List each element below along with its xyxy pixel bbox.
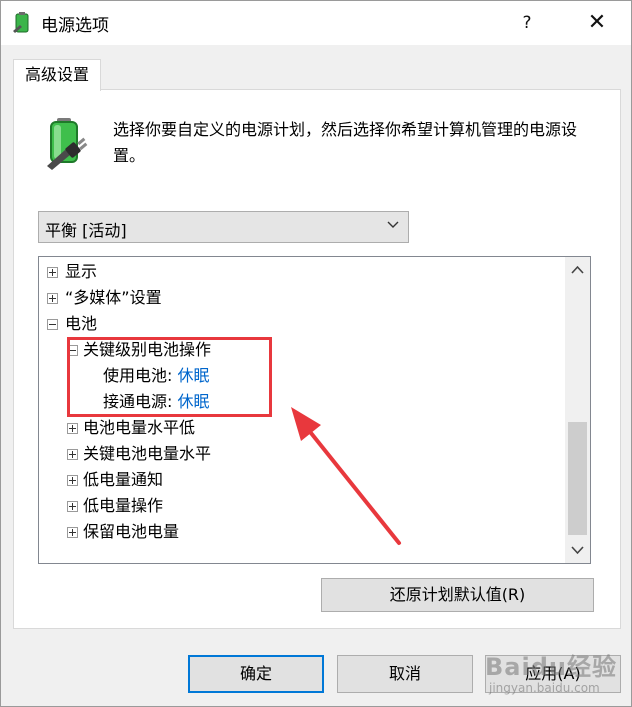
- tree-item-label: 显示: [65, 262, 98, 281]
- expand-icon[interactable]: [67, 423, 78, 434]
- tree-item-label: 关键电池电量水平: [83, 444, 212, 463]
- battery-plug-icon: [13, 12, 29, 33]
- help-button[interactable]: ?: [504, 3, 550, 43]
- power-plan-select-value: 平衡 [活动]: [45, 221, 127, 240]
- expand-icon[interactable]: [67, 527, 78, 538]
- tree-item-label: 电池: [65, 314, 98, 333]
- collapse-icon[interactable]: [47, 319, 58, 330]
- scrollbar-thumb[interactable]: [568, 422, 587, 535]
- chevron-down-icon: [387, 221, 399, 228]
- tree-item-label: 低电量操作: [83, 496, 164, 515]
- expand-icon[interactable]: [47, 293, 58, 304]
- tree-item-label: 电池电量水平低: [83, 418, 196, 437]
- ok-button[interactable]: 确定: [188, 655, 324, 693]
- vertical-scrollbar[interactable]: [565, 257, 590, 563]
- plan-description: 选择你要自定义的电源计划，然后选择你希望计算机管理的电源设置。: [113, 120, 578, 165]
- tree-item-label: 保留电池电量: [83, 522, 180, 541]
- annotation-highlight-box: [67, 337, 272, 417]
- tree-item-label: 低电量通知: [83, 470, 164, 489]
- expand-icon[interactable]: [67, 449, 78, 460]
- expand-icon[interactable]: [47, 267, 58, 278]
- cancel-button[interactable]: 取消: [337, 655, 473, 693]
- expand-icon[interactable]: [67, 501, 78, 512]
- baidu-watermark: Baidu经验 jingyan.baidu.com: [479, 641, 629, 705]
- annotation-arrow-icon: [291, 407, 401, 545]
- power-options-dialog: 电源选项 ? ✕ 高级设置 选择你要自定义的电源计划，然后选择你希望计算机管理的…: [0, 0, 632, 707]
- scroll-up-icon[interactable]: [565, 257, 590, 283]
- power-plan-select[interactable]: 平衡 [活动]: [38, 211, 409, 243]
- scroll-down-icon[interactable]: [565, 537, 590, 563]
- watermark-brand: Baidu经验: [485, 653, 617, 681]
- battery-plug-icon: [47, 118, 88, 170]
- tab-advanced-settings[interactable]: 高级设置: [13, 59, 101, 91]
- tree-item-label: “多媒体”设置: [65, 288, 162, 307]
- window-title: 电源选项: [41, 16, 109, 36]
- watermark-url: jingyan.baidu.com: [489, 681, 600, 695]
- expand-icon[interactable]: [67, 475, 78, 486]
- close-button[interactable]: ✕: [574, 3, 620, 43]
- restore-defaults-button[interactable]: 还原计划默认值(R): [321, 578, 594, 612]
- title-bar: 电源选项 ? ✕: [1, 1, 631, 45]
